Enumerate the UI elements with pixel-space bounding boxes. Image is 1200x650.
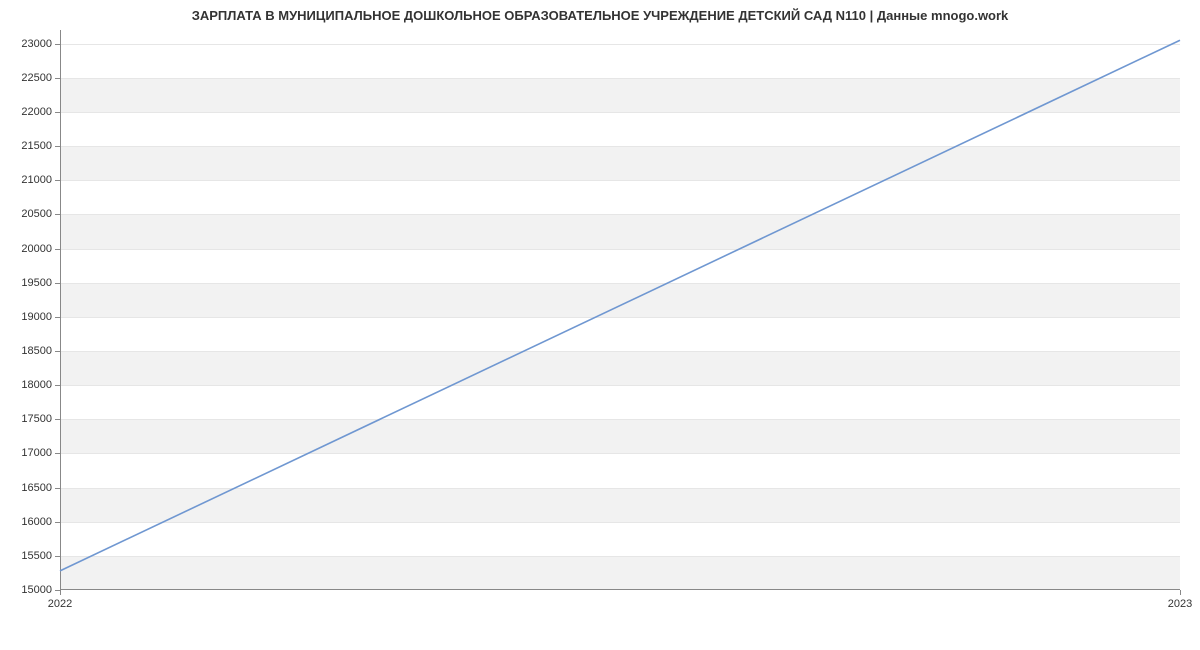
y-tick: [55, 249, 60, 250]
y-tick-label: 15000: [21, 584, 52, 596]
y-tick-label: 20500: [21, 208, 52, 220]
line-series: [60, 30, 1180, 590]
y-tick: [55, 214, 60, 215]
y-tick-label: 22000: [21, 106, 52, 118]
data-line: [60, 40, 1180, 571]
y-tick: [55, 78, 60, 79]
x-tick-label: 2022: [48, 598, 72, 610]
y-tick-label: 22500: [21, 72, 52, 84]
x-tick: [1180, 590, 1181, 595]
x-tick-label: 2023: [1168, 598, 1192, 610]
y-tick: [55, 488, 60, 489]
y-tick: [55, 419, 60, 420]
y-tick-label: 19000: [21, 311, 52, 323]
y-tick-label: 19500: [21, 277, 52, 289]
y-tick-label: 23000: [21, 38, 52, 50]
y-tick-label: 17500: [21, 413, 52, 425]
y-tick-label: 21000: [21, 174, 52, 186]
y-tick-label: 17000: [21, 447, 52, 459]
y-tick: [55, 453, 60, 454]
y-tick: [55, 556, 60, 557]
y-tick-label: 18500: [21, 345, 52, 357]
y-tick-label: 18000: [21, 379, 52, 391]
y-tick-label: 21500: [21, 140, 52, 152]
y-tick-label: 15500: [21, 550, 52, 562]
y-tick: [55, 283, 60, 284]
y-tick: [55, 351, 60, 352]
x-tick: [60, 590, 61, 595]
y-tick-label: 16500: [21, 482, 52, 494]
y-tick: [55, 385, 60, 386]
y-tick-label: 20000: [21, 243, 52, 255]
y-tick: [55, 146, 60, 147]
chart-container: ЗАРПЛАТА В МУНИЦИПАЛЬНОЕ ДОШКОЛЬНОЕ ОБРА…: [0, 0, 1200, 650]
chart-title: ЗАРПЛАТА В МУНИЦИПАЛЬНОЕ ДОШКОЛЬНОЕ ОБРА…: [0, 8, 1200, 23]
y-tick-label: 16000: [21, 516, 52, 528]
plot-area: 1500015500160001650017000175001800018500…: [60, 30, 1180, 590]
y-tick: [55, 317, 60, 318]
y-tick: [55, 522, 60, 523]
y-tick: [55, 112, 60, 113]
y-tick: [55, 180, 60, 181]
y-tick: [55, 44, 60, 45]
